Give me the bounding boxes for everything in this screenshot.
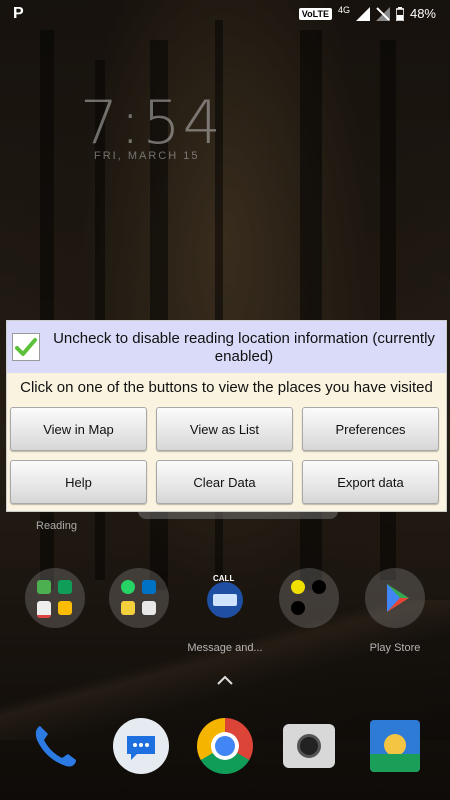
message-bubble-icon	[127, 736, 155, 760]
battery-percent: 48%	[409, 6, 436, 21]
call-app-graphic-icon	[207, 582, 243, 618]
uber-folder-icon[interactable]	[279, 568, 339, 628]
lyft-mini-icon	[291, 580, 305, 594]
maps-mini-icon	[37, 580, 51, 594]
signal-icon	[355, 6, 370, 21]
lockscreen-date: FRI, MARCH 15	[94, 150, 200, 162]
location-toggle-row[interactable]: Uncheck to disable reading location info…	[7, 321, 446, 373]
dialog-instruction: Click on one of the buttons to view the …	[20, 379, 433, 396]
hangouts-mini-icon	[58, 580, 72, 594]
whatsapp-folder-icon[interactable]	[109, 568, 169, 628]
notes-mini-icon	[121, 601, 135, 615]
slack-mini-icon	[142, 601, 156, 615]
play-triangle-icon	[387, 584, 409, 612]
call-message-app-icon[interactable]: CALL	[195, 568, 255, 628]
google-folder-icon[interactable]	[25, 568, 85, 628]
location-toggle-label: Uncheck to disable reading location info…	[53, 330, 435, 365]
gallery-icon[interactable]	[370, 720, 420, 772]
status-bar: P VoLTE 4G 48%	[0, 0, 450, 28]
checkmark-icon	[15, 338, 37, 356]
network-type-label: 4G	[337, 4, 350, 15]
play-store-label: Play Store	[369, 642, 421, 654]
volte-badge: VoLTE	[298, 7, 332, 20]
location-dialog: Uncheck to disable reading location info…	[6, 320, 447, 512]
uber-mini-icon	[312, 580, 326, 594]
view-as-list-button[interactable]: View as List	[156, 407, 293, 451]
gallery-ground	[370, 754, 420, 772]
drive-mini-icon	[58, 601, 72, 615]
export-data-button[interactable]: Export data	[302, 460, 439, 504]
chrome-center	[211, 732, 239, 760]
battery-icon	[395, 6, 404, 21]
notification-app-icon: P	[13, 5, 24, 22]
widget-label: Reading	[36, 520, 77, 532]
gallery-sun	[384, 734, 406, 756]
play-store-icon[interactable]	[365, 568, 425, 628]
camera-lens	[297, 734, 321, 758]
uber-eats-mini-icon	[291, 601, 305, 615]
lockscreen-clock: 7:54	[80, 88, 223, 158]
gmail-mini-icon	[37, 601, 51, 618]
clear-data-button[interactable]: Clear Data	[156, 460, 293, 504]
view-in-map-button[interactable]: View in Map	[10, 407, 147, 451]
outlook-mini-icon	[142, 580, 156, 594]
call-app-label: Message and...	[187, 642, 263, 654]
help-button[interactable]: Help	[10, 460, 147, 504]
chrome-core	[215, 736, 235, 756]
no-sim-signal-icon	[375, 6, 390, 21]
messages-icon[interactable]	[113, 718, 169, 774]
chrome-icon[interactable]	[197, 718, 253, 774]
camera-icon[interactable]	[283, 724, 335, 768]
phone-icon[interactable]	[28, 718, 82, 772]
whatsapp-mini-icon	[121, 580, 135, 594]
app-drawer-chevron-up-icon[interactable]	[216, 674, 234, 686]
preferences-button[interactable]: Preferences	[302, 407, 439, 451]
location-toggle-checkbox[interactable]	[12, 333, 40, 361]
